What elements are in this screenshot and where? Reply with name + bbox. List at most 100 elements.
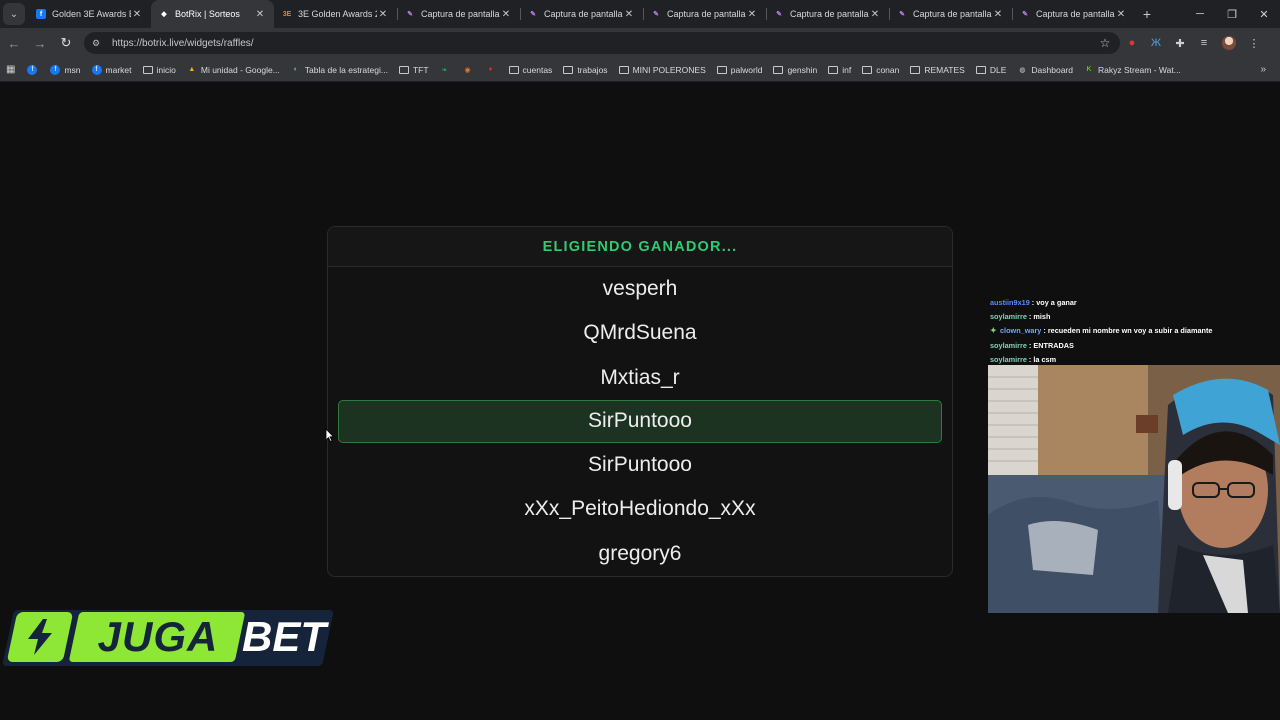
tab-title: Captura de pantalla p [1036, 9, 1115, 19]
bookmark-label: MINI POLERONES [632, 64, 706, 75]
bookmark-item[interactable]: cuentas [508, 65, 552, 75]
browser-tab[interactable]: ✎ Captura de pantalla p ✕ [520, 0, 643, 28]
bookmark-label: TFT [412, 64, 429, 75]
browser-tab[interactable]: f Golden 3E Awards Es ✕ [28, 0, 151, 28]
chat-text: : recueden mi nombre wn voy a subir a di… [1043, 326, 1213, 336]
site-info-icon[interactable]: ⚙ [92, 38, 106, 49]
url-text[interactable]: https://botrix.live/widgets/raffles/ [112, 38, 1098, 49]
close-window-button[interactable]: ✕ [1248, 8, 1280, 21]
folder-icon [910, 65, 921, 74]
minimize-button[interactable]: ─ [1184, 8, 1216, 21]
logo-text-juga: JUGA [97, 613, 219, 660]
tab-title: BotRix | Sorteos [175, 9, 240, 19]
bookmark-item[interactable]: conan [862, 65, 899, 75]
close-tab-icon[interactable]: ✕ [377, 9, 389, 20]
snipping-tool-icon: ✎ [407, 11, 413, 18]
tabs-container: f Golden 3E Awards Es ✕ ◆ BotRix | Sorteos ✕ 3… [28, 0, 1135, 28]
extension-red-icon[interactable]: ● [1120, 37, 1144, 49]
bookmark-label: Rakyz Stream - Wat... [1097, 64, 1181, 75]
bookmark-item[interactable]: K Rakyz Stream - Wat... [1084, 65, 1181, 75]
bookmark-item[interactable]: DLE [975, 65, 1006, 75]
bookmark-item[interactable]: REMATES [910, 64, 965, 75]
browser-toolbar: ← → ↻ ⚙ https://botrix.live/widgets/raff… [0, 28, 1280, 58]
bookmark-item[interactable]: ◉ [463, 65, 477, 75]
bookmark-item[interactable]: f msn [50, 64, 81, 75]
mouse-cursor-icon [325, 428, 335, 442]
bookmark-item[interactable]: inf [828, 65, 851, 75]
bookmark-label: Dashboard [1031, 64, 1073, 75]
close-tab-icon[interactable]: ✕ [623, 9, 635, 20]
restore-button[interactable]: ❐ [1216, 8, 1248, 21]
reload-button[interactable]: ↻ [54, 35, 78, 51]
browser-tab[interactable]: ✎ Captura de pantalla p ✕ [643, 0, 766, 28]
botrix-icon: ◆ [161, 11, 167, 18]
bookmark-label: REMATES [924, 64, 965, 75]
close-tab-icon[interactable]: ✕ [746, 9, 758, 20]
bookmark-item[interactable]: ❧ [440, 65, 454, 75]
bookmark-item[interactable]: f market [91, 64, 132, 75]
media-controls-icon[interactable]: ≡ [1192, 37, 1216, 49]
bookmark-label: Tabla de la estrategi... [304, 64, 388, 75]
browser-tab[interactable]: 3E 3E Golden Awards 20 ✕ [274, 0, 397, 28]
browser-tab[interactable]: ◆ BotRix | Sorteos ✕ [151, 0, 274, 28]
extension-translate-icon[interactable]: Ж [1144, 37, 1168, 49]
snipping-tool-icon: ✎ [530, 11, 536, 18]
facebook-icon: f [27, 64, 38, 75]
snipping-tool-icon: ✎ [899, 11, 905, 18]
bookmark-item[interactable]: ▲ Mi unidad - Google... [187, 64, 280, 75]
bookmark-item[interactable]: TFT [398, 64, 429, 75]
bookmark-item[interactable]: f [27, 64, 41, 75]
tab-search-button[interactable]: ⌄ [3, 3, 25, 25]
bookmark-label: palworld [730, 64, 763, 75]
bookmark-label: Mi unidad - Google... [200, 64, 280, 75]
new-tab-button[interactable]: + [1135, 6, 1159, 22]
bookmark-item[interactable]: genshin [773, 65, 817, 75]
more-bookmarks-icon[interactable]: » [1260, 64, 1266, 75]
bookmarks-bar: ▦ f f msn f market inicio ▲ Mi unidad - Google.… [0, 58, 1280, 82]
bookmark-item[interactable]: palworld [716, 64, 763, 75]
chat-text: : ENTRADAS [1028, 340, 1074, 350]
tab-title: Captura de pantalla p [667, 9, 746, 19]
page-content: ELIGIENDO GANADOR... vesperh QMrdSuena Mxt… [0, 83, 1280, 720]
bookmark-item[interactable]: inicio [142, 65, 176, 75]
close-tab-icon[interactable]: ✕ [1115, 9, 1127, 20]
extensions-puzzle-icon[interactable]: ✚ [1168, 37, 1192, 50]
chat-message: austiin9x19: voy a ganar [990, 295, 1280, 309]
browser-tab[interactable]: ✎ Captura de pantalla p ✕ [397, 0, 520, 28]
bookmark-item[interactable]: ◐ Tabla de la estrategi... [291, 65, 388, 75]
bookmark-item[interactable]: MINI POLERONES [618, 64, 706, 75]
bookmark-item[interactable]: ♦ [486, 65, 500, 75]
chat-message: soylamirre: mish [990, 309, 1280, 323]
crunchyroll-icon: ◉ [464, 66, 471, 74]
profile-avatar[interactable] [1222, 36, 1236, 50]
raffle-entries: vesperh QMrdSuena Mxtias_r SirPuntooo SirPun… [328, 267, 952, 576]
bookmark-label: msn [64, 64, 81, 75]
browser-tab[interactable]: ✎ Captura de pantalla p ✕ [889, 0, 1012, 28]
forward-button[interactable]: → [28, 36, 52, 51]
bookmark-item[interactable]: trabajos [563, 65, 608, 75]
dashboard-icon: ◍ [1019, 66, 1026, 74]
apps-grid-icon[interactable]: ▦ [6, 64, 15, 75]
address-bar[interactable]: ⚙ https://botrix.live/widgets/raffles/ ☆ [84, 32, 1120, 54]
folder-icon [773, 65, 784, 74]
bookmark-star-icon[interactable]: ☆ [1098, 36, 1112, 50]
facebook-icon: f [36, 9, 46, 19]
bookmark-item[interactable]: ◍ Dashboard [1017, 65, 1073, 75]
close-tab-icon[interactable]: ✕ [869, 9, 881, 20]
google-drive-icon: ▲ [188, 66, 196, 73]
folder-icon [142, 65, 153, 74]
facebook-icon: f [91, 64, 102, 75]
close-tab-icon[interactable]: ✕ [131, 9, 143, 20]
browser-tab[interactable]: ✎ Captura de pantalla p ✕ [766, 0, 889, 28]
raffle-entry-highlighted: SirPuntooo [338, 399, 942, 443]
folder-icon [563, 65, 574, 74]
3e-icon: 3E [282, 10, 292, 18]
close-tab-icon[interactable]: ✕ [500, 9, 512, 20]
close-tab-icon[interactable]: ✕ [254, 9, 266, 20]
close-tab-icon[interactable]: ✕ [992, 9, 1004, 20]
sheet-icon: ◐ [293, 66, 298, 73]
menu-kebab-icon[interactable]: ⋮ [1242, 37, 1266, 50]
folder-icon [862, 65, 873, 74]
browser-tab[interactable]: ✎ Captura de pantalla p ✕ [1012, 0, 1135, 28]
back-button[interactable]: ← [2, 36, 26, 51]
